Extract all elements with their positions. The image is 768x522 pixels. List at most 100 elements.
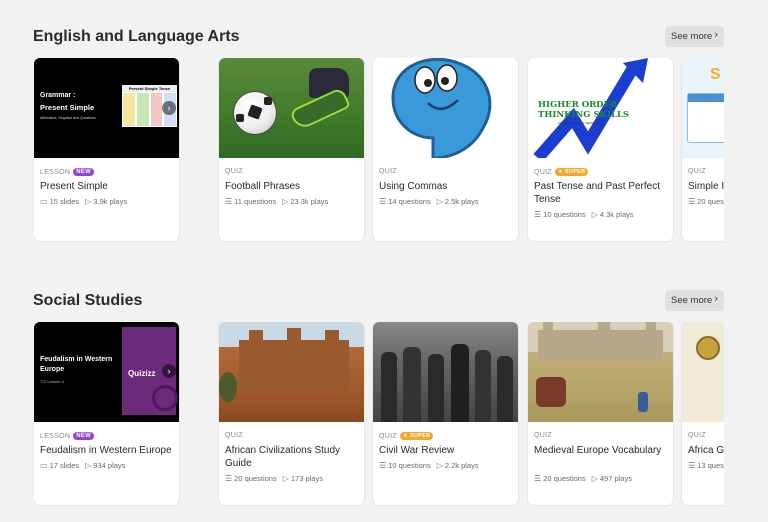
thumb-caption: Affirmative, Negative and Questions (40, 116, 96, 120)
card-type-label: QUIZ (225, 432, 243, 439)
card-using-commas[interactable]: QUIZ Using Commas ☰ 14 questions ▷ 2.5k pl… (373, 58, 518, 241)
card-stats: ☰ 10 questions ▷ 2.2k plays (379, 461, 479, 470)
card-type-label: QUIZ (534, 168, 552, 176)
card-type-label: QUIZ (379, 432, 397, 440)
card-thumbnail (219, 58, 364, 158)
card-title: Simple I (688, 181, 724, 192)
plays-count: 497 plays (599, 474, 632, 483)
super-badge: ★ SUPER (399, 432, 434, 440)
super-badge-label: SUPER (564, 169, 586, 175)
chevron-right-icon[interactable]: › (162, 101, 176, 115)
card-type-label: QUIZ (225, 168, 243, 175)
thumb-text-3: ONLINE TUTORIAL SERVICES (558, 121, 601, 125)
play-icon: ▷ (85, 461, 92, 470)
card-african-civilizations[interactable]: QUIZ African Civilizations Study Guide ☰… (219, 322, 364, 505)
questions-count: 13 ques (697, 461, 724, 470)
see-more-label: See more (671, 31, 713, 42)
plays-count: 173 plays (290, 474, 323, 483)
coin-image (696, 336, 720, 360)
see-more-label: See more (671, 295, 713, 306)
questions-count: 10 questions (388, 461, 431, 470)
questions-icon: ☰ (379, 197, 387, 206)
card-stats: ☰ 13 ques (688, 461, 724, 470)
plays-count: 3.9k plays (93, 197, 128, 206)
play-icon: ▷ (282, 197, 289, 206)
card-medieval-europe[interactable]: QUIZ Medieval Europe Vocabulary ☰ 20 ques… (528, 322, 673, 505)
section-social-studies: Social Studies See more › Feudalism in W… (0, 260, 768, 522)
play-icon: ▷ (85, 197, 92, 206)
soldiers-image (373, 342, 518, 422)
plays-count: 23.3k plays (290, 197, 329, 206)
quizizz-logo: Quizizz (128, 369, 156, 378)
thumb-subtitle: Present Simple (40, 103, 95, 112)
card-row: Feudalism in Western Europe TCI Lesson 4… (34, 322, 724, 507)
card-thumbnail: S (682, 58, 724, 158)
slides-count: 17 slides (49, 461, 80, 470)
card-past-tense[interactable]: HIGHER ORDER THINKING SKILLS ONLINE TUTO… (528, 58, 673, 241)
card-title: Civil War Review (379, 445, 455, 456)
thumb-title: Grammar : (40, 92, 76, 99)
card-thumbnail (682, 322, 724, 422)
see-more-button[interactable]: See more › (665, 290, 724, 311)
card-football-phrases[interactable]: QUIZ Football Phrases ☰ 11 questions ▷ 23.… (219, 58, 364, 241)
card-type-label: LESSON (40, 168, 71, 176)
play-icon: ▷ (282, 474, 289, 483)
letter-s-image: S (710, 66, 721, 83)
card-type: QUIZ (379, 168, 397, 175)
card-feudalism[interactable]: Feudalism in Western Europe TCI Lesson 4… (34, 322, 179, 505)
card-type: LESSON NEW (40, 168, 95, 176)
questions-count: 11 questions (234, 197, 277, 206)
card-stats: ▭ 17 slides ▷ 934 plays (40, 461, 125, 470)
tree-image (219, 372, 237, 402)
new-badge: NEW (73, 168, 95, 176)
card-stats: ☰ 10 questions ▷ 4.3k plays (534, 210, 634, 219)
figure-image (638, 392, 648, 412)
card-type-label: QUIZ (379, 168, 397, 175)
card-title: Medieval Europe Vocabulary (534, 445, 662, 456)
card-thumbnail: Grammar : Present Simple Affirmative, Ne… (34, 58, 179, 158)
thumb-text-1: HIGHER ORDER (538, 100, 618, 110)
questions-icon: ☰ (379, 461, 387, 470)
questions-icon: ☰ (225, 474, 233, 483)
card-thumbnail: HIGHER ORDER THINKING SKILLS ONLINE TUTO… (528, 58, 673, 158)
card-civil-war[interactable]: QUIZ ★ SUPER Civil War Review ☰ 10 questi… (373, 322, 518, 505)
super-badge-label: SUPER (409, 433, 431, 439)
section-title: English and Language Arts (33, 28, 240, 45)
card-title: Present Simple (40, 181, 108, 192)
plays-count: 934 plays (93, 461, 126, 470)
card-present-simple[interactable]: Grammar : Present Simple Affirmative, Ne… (34, 58, 179, 241)
thumb-title: Feudalism in Western Europe (40, 356, 113, 373)
section-english: English and Language Arts See more › Gra… (0, 0, 768, 260)
card-type: QUIZ ★ SUPER (379, 432, 434, 440)
card-stats: ☰ 20 questions ▷ 497 plays (534, 474, 632, 483)
card-stats: ☰ 20 ques (688, 197, 724, 206)
plays-count: 4.3k plays (599, 210, 634, 219)
card-title: Football Phrases (225, 181, 301, 192)
card-africa-partial[interactable]: QUIZ Africa G ☰ 13 ques (682, 322, 724, 505)
card-type: QUIZ (225, 168, 243, 175)
questions-icon: ☰ (534, 210, 542, 219)
questions-count: 20 ques (697, 197, 724, 206)
ball-image (233, 91, 277, 135)
questions-icon: ☰ (688, 197, 696, 206)
questions-count: 20 questions (543, 474, 586, 483)
see-more-button[interactable]: See more › (665, 26, 724, 47)
card-type: QUIZ ★ SUPER (534, 168, 589, 176)
chevron-right-icon[interactable]: › (162, 364, 176, 378)
card-stats: ▭ 15 slides ▷ 3.9k plays (40, 197, 127, 206)
new-badge: NEW (73, 432, 95, 440)
questions-icon: ☰ (534, 474, 542, 483)
comma-character-image (391, 58, 492, 158)
thumb-decor-circle (152, 385, 178, 411)
card-thumbnail: Feudalism in Western Europe TCI Lesson 4… (34, 322, 179, 422)
slides-icon: ▭ (40, 461, 48, 470)
card-simple-partial[interactable]: S QUIZ Simple I ☰ 20 ques (682, 58, 724, 241)
questions-icon: ☰ (225, 197, 233, 206)
thumb-table-head: Present Simple Tense (122, 85, 177, 92)
slides-count: 15 slides (49, 197, 80, 206)
rider-image (536, 377, 566, 407)
chevron-right-icon: › (714, 293, 718, 305)
chevron-right-icon: › (714, 29, 718, 41)
card-stats: ☰ 20 questions ▷ 173 plays (225, 474, 323, 483)
boot-image (289, 68, 359, 138)
